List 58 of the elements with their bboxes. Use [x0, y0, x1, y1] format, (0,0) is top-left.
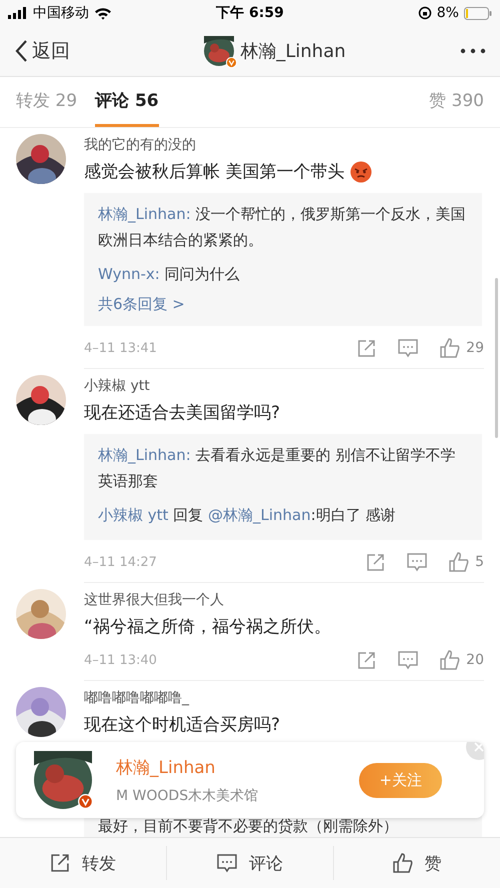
mention-link[interactable]: @林瀚_Linhan	[208, 506, 311, 524]
page-title: 林瀚_Linhan	[240, 40, 346, 63]
verified-badge-icon	[78, 794, 93, 809]
comment-icon[interactable]	[407, 552, 428, 572]
reply-text: 林瀚_Linhan: 去看看永远是重要的 别信不让留学不学英语那套	[98, 445, 456, 492]
comment-button[interactable]: 评论	[167, 846, 334, 880]
commenter-name[interactable]: 这世界很大但我一个人	[84, 591, 484, 609]
comment-time: 4–11 14:27	[84, 554, 157, 570]
comment-text: “祸兮福之所倚，福兮祸之所伏。	[84, 616, 331, 638]
reply-text: Wynn-x: 同问为什么	[98, 264, 241, 285]
battery-percent: 8%	[436, 5, 459, 21]
user-description: M WOODS木木美术馆	[116, 786, 260, 804]
like-button[interactable]: 5	[449, 552, 484, 572]
reply-text: 林瀚_Linhan: 没一个帮忙的，俄罗斯第一个反水，美国欧洲日本结合的紧紧的。	[98, 204, 467, 251]
user-link[interactable]: 林瀚_Linhan:	[98, 205, 191, 223]
more-replies-link[interactable]: 共6条回复 >	[98, 295, 468, 314]
tab[interactable]: 赞 390	[429, 77, 484, 127]
reply-text: 小辣椒 ytt 回复 @林瀚_Linhan:明白了 感谢	[98, 505, 397, 526]
tab[interactable]: 评论 56	[95, 77, 159, 127]
comment-text: 现在这个时机适合买房吗?	[84, 714, 280, 736]
user-link[interactable]: 林瀚_Linhan:	[98, 446, 191, 464]
thumbs-up-icon	[449, 552, 470, 572]
tab[interactable]: 转发 29	[16, 77, 78, 127]
repost-icon[interactable]	[357, 650, 376, 670]
thumbs-up-icon	[440, 338, 460, 358]
like-button[interactable]: 赞	[334, 846, 500, 880]
like-button[interactable]: 20	[440, 650, 484, 670]
like-button[interactable]: 29	[440, 338, 484, 358]
commenter-name[interactable]: 我的它的有的没的	[84, 136, 484, 154]
comment-icon	[217, 854, 237, 872]
user-name[interactable]: 林瀚_Linhan	[116, 756, 344, 778]
reply-text: 最好，目前不要背不必要的贷款（刚需除外）	[98, 816, 399, 837]
repost-icon[interactable]	[357, 338, 376, 358]
back-button[interactable]: 返回	[14, 38, 70, 64]
commenter-name[interactable]: 嘟噜嘟噜嘟嘟噜_	[84, 689, 484, 707]
repost-button[interactable]: 转发	[0, 846, 167, 880]
follow-button[interactable]: +关注	[359, 762, 442, 798]
signal-icon	[8, 7, 28, 19]
comment-icon[interactable]	[398, 338, 418, 358]
chevron-left-icon	[14, 39, 28, 63]
repost-icon	[50, 853, 70, 873]
commenter-name[interactable]: 小辣椒 ytt	[84, 377, 484, 395]
wifi-icon	[94, 6, 112, 20]
user-link[interactable]: Wynn-x:	[98, 265, 160, 283]
verified-badge-icon	[226, 57, 238, 68]
repost-icon[interactable]	[366, 552, 386, 572]
battery-icon	[464, 6, 492, 20]
thumbs-up-icon	[392, 853, 412, 873]
more-icon[interactable]	[460, 48, 486, 54]
comment-icon[interactable]	[398, 650, 418, 670]
comment-time: 4–11 13:40	[84, 652, 157, 668]
comment-text: 感觉会被秋后算帐 美国第一个带头	[84, 161, 344, 183]
clock-time: 下午 6:59	[216, 4, 284, 22]
carrier-name: 中国移动	[33, 4, 89, 22]
comment-time: 4–11 13:41	[84, 340, 157, 356]
comment-text: 现在还适合去美国留学吗?	[84, 402, 280, 424]
user-link[interactable]: 小辣椒 ytt	[98, 506, 168, 524]
thumbs-up-icon	[440, 650, 460, 670]
